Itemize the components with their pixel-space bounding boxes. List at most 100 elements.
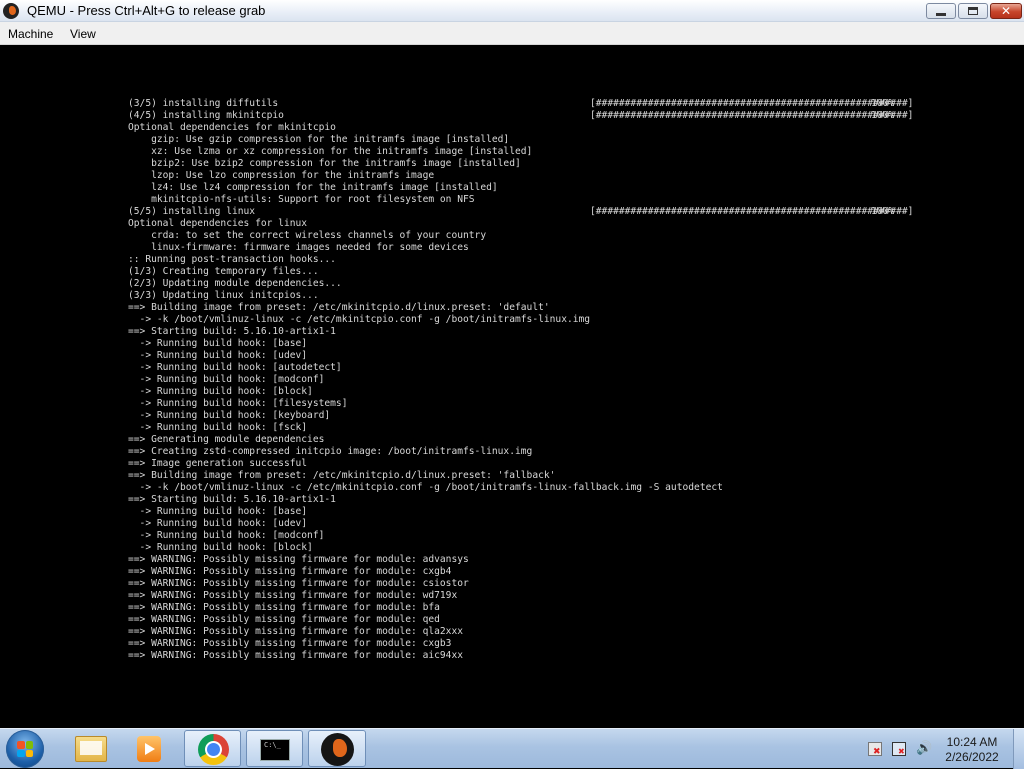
close-icon: ✕ <box>1000 4 1012 18</box>
network-icon[interactable] <box>892 742 906 756</box>
console-line: -> Running build hook: [block] <box>128 542 898 554</box>
clock-date: 2/26/2022 <box>945 750 999 764</box>
progress-bar-text: [#######################################… <box>590 206 914 217</box>
console-line-text: xz: Use lzma or xz compression for the i… <box>128 146 533 157</box>
console-line: -> Running build hook: [base] <box>128 506 898 518</box>
console-line: -> Running build hook: [autodetect] <box>128 362 898 374</box>
taskbar-cmd[interactable]: C:\_ <box>246 730 303 767</box>
console-line-text: (1/3) Creating temporary files... <box>128 266 319 277</box>
console-line: ==> Starting build: 5.16.10-artix1-1 <box>128 494 898 506</box>
console-line: gzip: Use gzip compression for the initr… <box>128 134 898 146</box>
taskbar-chrome[interactable] <box>184 730 241 767</box>
console-line: (5/5) installing linux [#################… <box>128 206 913 218</box>
console-line: (3/5) installing diffutils [#############… <box>128 98 913 110</box>
console-line-text: crda: to set the correct wireless channe… <box>128 230 487 241</box>
console-line: ==> WARNING: Possibly missing firmware f… <box>128 650 898 662</box>
console-line-text: ==> Starting build: 5.16.10-artix1-1 <box>128 326 336 337</box>
clock[interactable]: 10:24 AM 2/26/2022 <box>937 735 1007 765</box>
console-line-text: ==> Starting build: 5.16.10-artix1-1 <box>128 494 336 505</box>
menu-bar: Machine View <box>0 22 1024 45</box>
console-line-text: -> Running build hook: [block] <box>128 542 313 553</box>
console-line: -> -k /boot/vmlinuz-linux -c /etc/mkinit… <box>128 314 898 326</box>
console-line-text: ==> Generating module dependencies <box>128 434 325 445</box>
console-line-text: ==> Building image from preset: /etc/mki… <box>128 302 550 313</box>
console-line-text: -> Running build hook: [udev] <box>128 518 308 529</box>
close-button[interactable]: ✕ <box>990 3 1022 19</box>
console-line-text: ==> WARNING: Possibly missing firmware f… <box>128 602 440 613</box>
minimize-button[interactable] <box>926 3 956 19</box>
maximize-icon <box>968 7 978 15</box>
console-line: xz: Use lzma or xz compression for the i… <box>128 146 898 158</box>
console-line-text: -> Running build hook: [base] <box>128 506 308 517</box>
console-line-text: (5/5) installing linux <box>128 206 256 217</box>
folder-icon <box>75 736 107 762</box>
console-line-text: ==> WARNING: Possibly missing firmware f… <box>128 614 440 625</box>
console-line-text: -> Running build hook: [modconf] <box>128 530 325 541</box>
console-line-text: ==> WARNING: Possibly missing firmware f… <box>128 626 464 637</box>
console-line: -> Running build hook: [fsck] <box>128 422 898 434</box>
taskbar-explorer[interactable] <box>62 730 120 767</box>
title-bar: QEMU - Press Ctrl+Alt+G to release grab … <box>0 0 1024 22</box>
console-line-text: -> -k /boot/vmlinuz-linux -c /etc/mkinit… <box>128 314 591 325</box>
console-line: -> -k /boot/vmlinuz-linux -c /etc/mkinit… <box>128 482 898 494</box>
menu-machine[interactable]: Machine <box>8 27 53 41</box>
show-desktop-button[interactable] <box>1013 729 1024 769</box>
console-line: -> Running build hook: [modconf] <box>128 530 898 542</box>
console-line-text: linux-firmware: firmware images needed f… <box>128 242 469 253</box>
menu-view[interactable]: View <box>70 27 96 41</box>
console-line: -> Running build hook: [base] <box>128 338 898 350</box>
console-line-text: ==> WARNING: Possibly missing firmware f… <box>128 638 452 649</box>
console-line-text: -> Running build hook: [udev] <box>128 350 308 361</box>
console-line-text: bzip2: Use bzip2 compression for the ini… <box>128 158 521 169</box>
console-line-text: -> -k /boot/vmlinuz-linux -c /etc/mkinit… <box>128 482 723 493</box>
media-player-icon <box>137 736 161 762</box>
console-line-text: (4/5) installing mkinitcpio <box>128 110 284 121</box>
console-line-text: -> Running build hook: [autodetect] <box>128 362 342 373</box>
console-line: mkinitcpio-nfs-utils: Support for root f… <box>128 194 898 206</box>
cmd-icon: C:\_ <box>260 739 290 761</box>
console-line: :: Running post-transaction hooks... <box>128 254 898 266</box>
console-line-text: ==> WARNING: Possibly missing firmware f… <box>128 578 469 589</box>
console-line: Optional dependencies for mkinitcpio <box>128 122 898 134</box>
start-button[interactable] <box>6 730 44 768</box>
windows-logo-icon <box>17 741 33 757</box>
console-line-text: ==> WARNING: Possibly missing firmware f… <box>128 554 469 565</box>
console-line: (1/3) Creating temporary files... <box>128 266 898 278</box>
minimize-icon <box>936 12 946 16</box>
console-line: ==> WARNING: Possibly missing firmware f… <box>128 554 898 566</box>
console-line-text: mkinitcpio-nfs-utils: Support for root f… <box>128 194 475 205</box>
console-line: (2/3) Updating module dependencies... <box>128 278 898 290</box>
console-line: crda: to set the correct wireless channe… <box>128 230 898 242</box>
console-line-text: ==> WARNING: Possibly missing firmware f… <box>128 590 458 601</box>
console-line-text: -> Running build hook: [filesystems] <box>128 398 348 409</box>
console-line: -> Running build hook: [filesystems] <box>128 398 898 410</box>
console-line-text: (3/3) Updating linux initcpios... <box>128 290 319 301</box>
taskbar: C:\_ 🔊 10:24 AM 2/26/2022 <box>0 728 1024 769</box>
qemu-icon <box>321 733 354 766</box>
taskbar-qemu[interactable] <box>308 730 366 767</box>
maximize-button[interactable] <box>958 3 988 19</box>
console-line: ==> Creating zstd-compressed initcpio im… <box>128 446 898 458</box>
action-center-icon[interactable] <box>868 742 882 757</box>
console-line: (3/3) Updating linux initcpios... <box>128 290 898 302</box>
console-line: -> Running build hook: [udev] <box>128 350 898 362</box>
clock-time: 10:24 AM <box>946 735 998 749</box>
console-line: Optional dependencies for linux <box>128 218 898 230</box>
console-line: -> Running build hook: [block] <box>128 386 898 398</box>
progress-bar-text: [#######################################… <box>590 98 914 109</box>
console-line: ==> WARNING: Possibly missing firmware f… <box>128 626 898 638</box>
console-line-text: -> Running build hook: [modconf] <box>128 374 325 385</box>
console-line: lz4: Use lz4 compression for the initram… <box>128 182 898 194</box>
console-line-text: ==> Creating zstd-compressed initcpio im… <box>128 446 533 457</box>
window-title: QEMU - Press Ctrl+Alt+G to release grab <box>27 3 266 18</box>
chrome-icon <box>198 734 229 765</box>
volume-icon[interactable]: 🔊 <box>916 742 932 756</box>
taskbar-media-player[interactable] <box>124 730 176 767</box>
vm-display[interactable]: (3/5) installing diffutils [#############… <box>0 45 1024 728</box>
qemu-app-icon[interactable] <box>3 3 19 19</box>
console-line-text: ==> Building image from preset: /etc/mki… <box>128 470 556 481</box>
console-line-text: ==> WARNING: Possibly missing firmware f… <box>128 566 452 577</box>
console-line-text: lz4: Use lz4 compression for the initram… <box>128 182 498 193</box>
console-line: (4/5) installing mkinitcpio [############… <box>128 110 913 122</box>
console-line: ==> WARNING: Possibly missing firmware f… <box>128 590 898 602</box>
